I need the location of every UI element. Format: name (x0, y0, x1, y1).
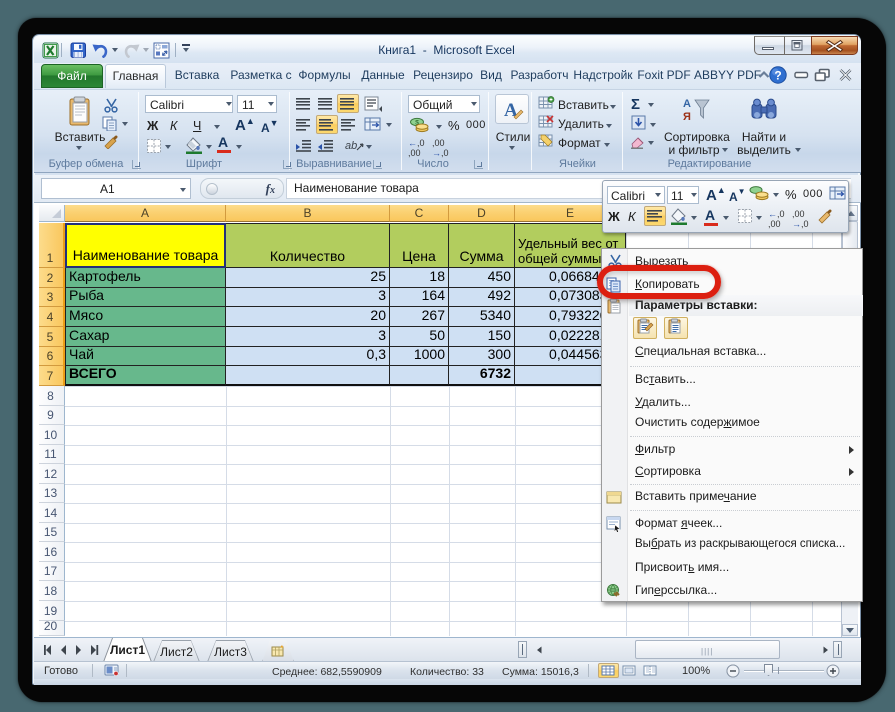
svg-text:Я: Я (683, 111, 691, 123)
svg-text:А: А (683, 98, 691, 110)
svg-text:ab: ab (345, 140, 357, 152)
svg-text:?: ? (774, 68, 781, 82)
